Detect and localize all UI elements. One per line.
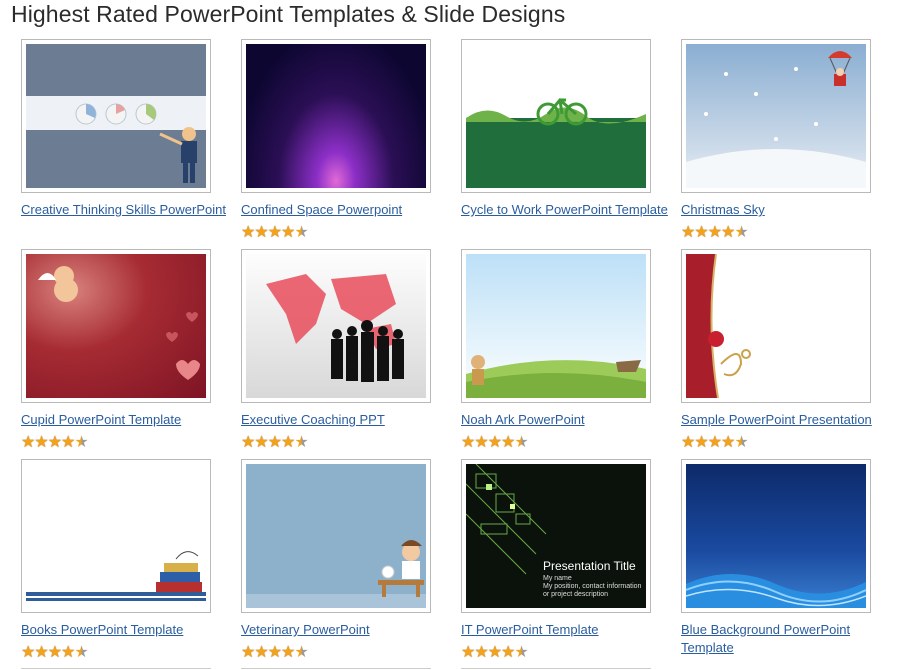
star-icon: ★ bbox=[61, 434, 75, 451]
star-icon: ★ bbox=[61, 644, 75, 661]
template-link[interactable]: Sample PowerPoint Presentation bbox=[681, 411, 896, 429]
star-icon: ★ bbox=[21, 644, 35, 661]
noah-ark-preview bbox=[466, 355, 646, 398]
rating-stars: ★★★★★ bbox=[21, 434, 89, 451]
star-icon: ★ bbox=[294, 434, 308, 451]
template-thumbnail[interactable] bbox=[241, 39, 431, 193]
template-thumbnail[interactable] bbox=[241, 459, 431, 613]
template-link[interactable]: Cycle to Work PowerPoint Template bbox=[461, 201, 676, 219]
rating-stars: ★★★★★ bbox=[241, 644, 309, 661]
template-thumbnail[interactable] bbox=[681, 39, 871, 193]
star-icon: ★ bbox=[281, 644, 295, 661]
star-icon: ★ bbox=[514, 434, 528, 451]
star-icon: ★ bbox=[47, 434, 62, 451]
template-thumbnail[interactable] bbox=[681, 249, 871, 403]
template-link[interactable]: Executive Coaching PPT bbox=[241, 411, 456, 429]
star-icon: ★ bbox=[694, 224, 708, 241]
row-divider bbox=[21, 668, 211, 669]
cycle-preview bbox=[466, 97, 646, 188]
template-link[interactable]: Christmas Sky bbox=[681, 201, 896, 219]
star-icon: ★ bbox=[681, 224, 695, 241]
star-icon: ★ bbox=[267, 434, 282, 451]
star-icon: ★ bbox=[474, 434, 488, 451]
template-thumbnail[interactable] bbox=[461, 249, 651, 403]
rating-stars: ★★★★★ bbox=[21, 644, 89, 661]
star-icon: ★ bbox=[514, 644, 528, 661]
it-preview-subtitle: My name My position, contact information… bbox=[543, 575, 642, 598]
star-icon: ★ bbox=[487, 434, 502, 451]
rating-stars: ★★★★★ bbox=[241, 224, 309, 241]
star-icon: ★ bbox=[241, 434, 255, 451]
star-icon: ★ bbox=[501, 434, 515, 451]
star-icon: ★ bbox=[294, 644, 308, 661]
star-icon: ★ bbox=[254, 644, 268, 661]
star-icon: ★ bbox=[254, 224, 268, 241]
star-icon: ★ bbox=[707, 224, 722, 241]
rating-stars: ★★★★★ bbox=[681, 224, 749, 241]
template-thumbnail[interactable] bbox=[21, 249, 211, 403]
star-icon: ★ bbox=[281, 224, 295, 241]
star-icon: ★ bbox=[267, 224, 282, 241]
rating-stars: ★★★★★ bbox=[461, 434, 529, 451]
it-preview-title: Presentation Title bbox=[543, 559, 636, 573]
star-icon: ★ bbox=[34, 644, 48, 661]
template-link[interactable]: Cupid PowerPoint Template bbox=[21, 411, 236, 429]
star-icon: ★ bbox=[34, 434, 48, 451]
star-icon: ★ bbox=[501, 644, 515, 661]
books-preview bbox=[26, 551, 206, 601]
template-link[interactable]: Blue Background PowerPoint Template bbox=[681, 621, 896, 657]
template-thumbnail[interactable] bbox=[681, 459, 871, 613]
star-icon: ★ bbox=[461, 434, 475, 451]
christmas-sky-preview bbox=[686, 51, 866, 188]
star-icon: ★ bbox=[74, 644, 88, 661]
star-icon: ★ bbox=[694, 434, 708, 451]
star-icon: ★ bbox=[734, 224, 748, 241]
veterinary-preview bbox=[246, 540, 426, 608]
star-icon: ★ bbox=[721, 224, 735, 241]
star-icon: ★ bbox=[461, 644, 475, 661]
star-icon: ★ bbox=[74, 434, 88, 451]
star-icon: ★ bbox=[21, 434, 35, 451]
star-icon: ★ bbox=[721, 434, 735, 451]
row-divider bbox=[461, 668, 651, 669]
star-icon: ★ bbox=[707, 434, 722, 451]
executive-coaching-preview bbox=[266, 274, 404, 382]
star-icon: ★ bbox=[241, 224, 255, 241]
star-icon: ★ bbox=[487, 644, 502, 661]
star-icon: ★ bbox=[681, 434, 695, 451]
star-icon: ★ bbox=[241, 644, 255, 661]
rating-stars: ★★★★★ bbox=[241, 434, 309, 451]
star-icon: ★ bbox=[47, 644, 62, 661]
rating-stars: ★★★★★ bbox=[461, 644, 529, 661]
star-icon: ★ bbox=[254, 434, 268, 451]
row-divider bbox=[241, 668, 431, 669]
star-icon: ★ bbox=[281, 434, 295, 451]
star-icon: ★ bbox=[474, 644, 488, 661]
star-icon: ★ bbox=[734, 434, 748, 451]
template-link[interactable]: Veterinary PowerPoint bbox=[241, 621, 456, 639]
page-title: Highest Rated PowerPoint Templates & Sli… bbox=[11, 1, 566, 27]
sample-presentation-preview bbox=[686, 254, 751, 398]
template-link[interactable]: Creative Thinking Skills PowerPoint bbox=[21, 201, 236, 219]
template-link[interactable]: Books PowerPoint Template bbox=[21, 621, 236, 639]
template-link[interactable]: Noah Ark PowerPoint bbox=[461, 411, 676, 429]
template-link[interactable]: Confined Space Powerpoint bbox=[241, 201, 456, 219]
template-thumbnail[interactable] bbox=[241, 249, 431, 403]
blue-background-preview bbox=[686, 574, 866, 608]
template-thumbnail[interactable] bbox=[461, 39, 651, 193]
template-thumbnail[interactable]: Presentation Title My name My position, … bbox=[461, 459, 651, 613]
cupid-preview bbox=[38, 266, 200, 380]
template-thumbnail[interactable] bbox=[21, 459, 211, 613]
star-icon: ★ bbox=[294, 224, 308, 241]
template-thumbnail[interactable] bbox=[21, 39, 211, 193]
star-icon: ★ bbox=[267, 644, 282, 661]
rating-stars: ★★★★★ bbox=[681, 434, 749, 451]
creative-thinking-preview bbox=[26, 44, 206, 188]
template-link[interactable]: IT PowerPoint Template bbox=[461, 621, 676, 639]
